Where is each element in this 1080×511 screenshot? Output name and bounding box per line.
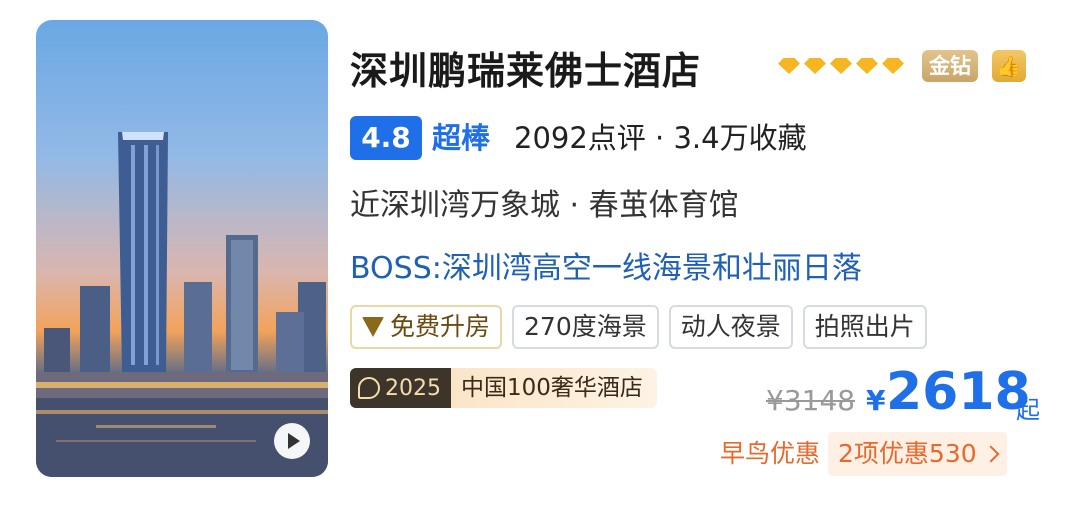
offers-text: 2项优惠530 <box>838 439 977 468</box>
promo-bar[interactable]: 早鸟优惠 2项优惠530 <box>720 432 1007 476</box>
skyline-illustration <box>36 132 328 477</box>
original-price: ¥3148 <box>766 384 856 417</box>
hotel-photo[interactable] <box>36 20 328 477</box>
review-count[interactable]: 2092点评 · 3.4万收藏 <box>514 116 807 160</box>
play-video-button[interactable] <box>274 423 310 459</box>
hotel-card[interactable]: 深圳鹏瑞莱佛士酒店 金钻 👍 4.8 超棒 2092点评 · 3.4万收藏 近深… <box>0 0 1080 511</box>
diamond-icon <box>856 58 878 74</box>
tag-sea-view: 270度海景 <box>512 305 659 349</box>
tag-label: 免费升房 <box>390 312 491 341</box>
price-suffix: 起 <box>1016 396 1040 424</box>
tag-night-view: 动人夜景 <box>668 305 793 349</box>
diamond-icon <box>778 58 800 74</box>
early-bird-label: 早鸟优惠 <box>720 439 821 468</box>
award-year: 2025 <box>350 368 451 408</box>
rating-label: 超棒 <box>432 121 491 155</box>
award-text: 中国100奢华酒店 <box>451 368 657 408</box>
award-badge[interactable]: 2025 中国100奢华酒店 <box>350 368 657 408</box>
hotel-name[interactable]: 深圳鹏瑞莱佛士酒店 <box>350 40 701 95</box>
tag-free-upgrade: 免费升房 <box>350 305 503 349</box>
rating-score: 4.8 <box>350 116 422 160</box>
diamond-icon <box>804 58 826 74</box>
boss-note: BOSS:深圳湾高空一线海景和壮丽日落 <box>350 251 862 286</box>
feature-tags: 免费升房 270度海景 动人夜景 拍照出片 <box>350 305 927 349</box>
hotel-location: 近深圳湾万象城 · 春茧体育馆 <box>350 188 739 223</box>
gold-diamond-badge: 金钻 <box>922 50 978 82</box>
tag-photo: 拍照出片 <box>802 305 927 349</box>
diamond-icon <box>830 58 852 74</box>
offers-button[interactable]: 2项优惠530 <box>828 432 1007 476</box>
diamond-rating <box>778 58 904 74</box>
laurel-icon <box>358 377 380 399</box>
play-icon <box>288 433 300 449</box>
current-price: 2618 <box>886 362 1031 422</box>
currency-symbol: ¥ <box>866 384 886 417</box>
diamond-icon <box>882 58 904 74</box>
thumbs-up-icon: 👍 <box>992 50 1026 82</box>
award-year-text: 2025 <box>385 375 441 401</box>
upgrade-heart-icon <box>362 317 384 337</box>
chevron-right-icon <box>982 445 1000 463</box>
